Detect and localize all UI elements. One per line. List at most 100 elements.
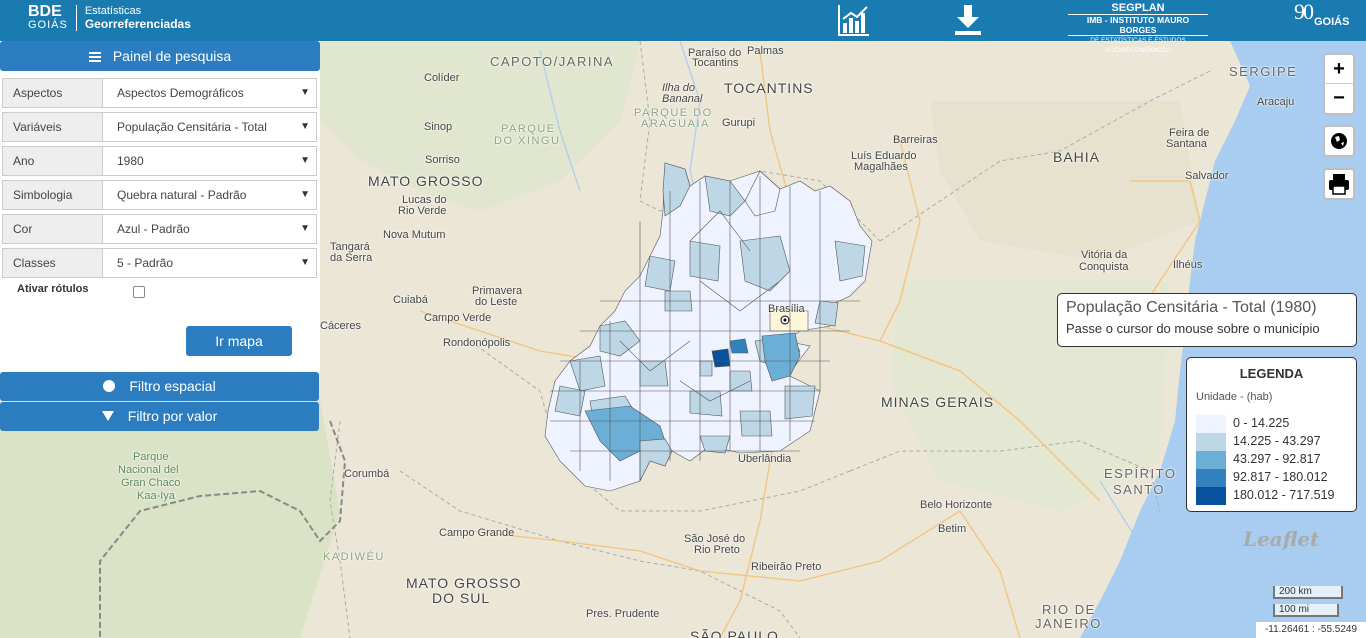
ir-mapa-button[interactable]: Ir mapa xyxy=(186,326,292,356)
legend-swatch xyxy=(1196,433,1226,451)
legend-swatch xyxy=(1196,451,1226,469)
map-label-ilha2: Bananal xyxy=(662,93,703,105)
legend-range: 0 - 14.225 xyxy=(1233,416,1290,430)
field-label: Simbologia xyxy=(3,181,103,209)
panel-header[interactable]: Painel de pesquisa xyxy=(0,41,320,71)
info-box: População Censitária - Total (1980) Pass… xyxy=(1057,293,1357,347)
field-label: Variáveis xyxy=(3,113,103,141)
map-label-tangara2: da Serra xyxy=(330,252,373,264)
field-ano: Ano 1980 ▼ xyxy=(2,146,317,176)
map-label-parque-nac4: Kaa-Iya xyxy=(137,490,175,502)
spatial-filter-label: Filtro espacial xyxy=(129,378,216,394)
map-label-sorriso: Sorriso xyxy=(425,154,460,166)
map-label-bh: Belo Horizonte xyxy=(920,499,993,511)
download-icon[interactable] xyxy=(953,3,983,37)
map-label-tocantins-city: Tocantins xyxy=(692,57,739,69)
bar-chart-icon[interactable] xyxy=(837,3,871,37)
segplan-logo[interactable]: SEGPLAN IMB - INSTITUTO MAURO BORGES DE … xyxy=(1068,3,1208,56)
map-label-barreiras: Barreiras xyxy=(893,134,938,146)
zoom-in-button[interactable]: + xyxy=(1325,55,1353,84)
labels-toggle-checkbox[interactable] xyxy=(133,286,145,298)
legend-swatch xyxy=(1196,487,1226,505)
legend-swatch xyxy=(1196,415,1226,433)
map-label-pq-xingu1: PARQUE xyxy=(501,123,556,135)
field-aspectos: Aspectos Aspectos Demográficos ▼ xyxy=(2,78,317,108)
ano-select[interactable]: 1980 ▼ xyxy=(103,147,316,175)
aspectos-select[interactable]: Aspectos Demográficos ▼ xyxy=(103,79,316,107)
map-label-bahia: BAHIA xyxy=(1053,149,1101,165)
field-label: Classes xyxy=(3,249,103,277)
map-label-sinop: Sinop xyxy=(424,121,453,133)
legend-range: 43.297 - 92.817 xyxy=(1233,452,1321,466)
legend: LEGENDA Unidade - (hab) 0 - 14.225 14.22… xyxy=(1186,357,1357,512)
field-simbologia: Simbologia Quebra natural - Padrão ▼ xyxy=(2,180,317,210)
goias-logo-text: GOIÁS xyxy=(1314,16,1350,28)
map-label-vitoria2: Conquista xyxy=(1079,261,1129,273)
classes-select[interactable]: 5 - Padrão ▼ xyxy=(103,249,316,277)
map-label-luis2: Magalhães xyxy=(854,161,908,173)
zoom-out-button[interactable]: − xyxy=(1325,84,1353,113)
field-cor: Cor Azul - Padrão ▼ xyxy=(2,214,317,244)
map-label-betim: Betim xyxy=(938,523,967,535)
map-label-kadiweu: KADIWÉU xyxy=(323,551,385,563)
legend-row: 43.297 - 92.817 xyxy=(1196,451,1356,469)
field-classes: Classes 5 - Padrão ▼ xyxy=(2,248,317,278)
caret-down-icon: ▼ xyxy=(300,189,310,200)
segplan-line2: IMB - INSTITUTO MAURO BORGES xyxy=(1068,14,1208,36)
filter-icon xyxy=(101,411,114,421)
goias-logo-number: 90 xyxy=(1294,0,1314,24)
print-button[interactable] xyxy=(1323,168,1355,200)
map-label-parque-nac3: Gran Chaco xyxy=(121,477,181,489)
map-label-sao-paulo: SÃO PAULO xyxy=(690,628,779,638)
brand-goias: GOIÁS xyxy=(28,19,68,31)
basemap-button[interactable] xyxy=(1323,125,1355,157)
info-hint: Passe o cursor do mouse sobre o municípi… xyxy=(1066,321,1320,336)
goias-choropleth xyxy=(544,162,873,492)
field-variaveis: Variáveis População Censitária - Total ▼ xyxy=(2,112,317,142)
value-filter-button[interactable]: Filtro por valor xyxy=(0,402,319,431)
hamburger-icon xyxy=(88,50,101,64)
legend-row: 180.012 - 717.519 xyxy=(1196,487,1356,505)
panel-title: Painel de pesquisa xyxy=(112,48,232,64)
value-filter-label: Filtro por valor xyxy=(127,408,218,424)
brand-subtitle-2: Georreferenciadas xyxy=(84,17,191,31)
simbologia-select[interactable]: Quebra natural - Padrão ▼ xyxy=(103,181,316,209)
map-label-corumba: Corumbá xyxy=(344,468,390,480)
map-label-salvador: Salvador xyxy=(1185,170,1229,182)
map-label-es1: ESPÍRITO xyxy=(1104,466,1177,481)
scale-km: 200 km xyxy=(1273,586,1343,599)
leaflet-attribution[interactable]: Leaflet xyxy=(1243,527,1319,551)
legend-swatch xyxy=(1196,469,1226,487)
map-label-pq-araguaia2: ARAGUAIA xyxy=(641,118,710,130)
spatial-filter-button[interactable]: Filtro espacial xyxy=(0,372,319,401)
variaveis-select[interactable]: População Censitária - Total ▼ xyxy=(103,113,316,141)
map-label-parque-nac1: Parque xyxy=(133,451,169,463)
map-label-palmas: Palmas xyxy=(747,45,784,57)
map-label-ms1: MATO GROSSO xyxy=(406,575,522,591)
map-label-minas: MINAS GERAIS xyxy=(881,394,995,410)
map-label-rj1: RIO DE xyxy=(1042,602,1096,617)
legend-unit: Unidade - (hab) xyxy=(1196,391,1273,403)
legend-row: 14.225 - 43.297 xyxy=(1196,433,1356,451)
caret-down-icon: ▼ xyxy=(300,223,310,234)
caret-down-icon: ▼ xyxy=(300,155,310,166)
map-label-rondonopolis: Rondonópolis xyxy=(443,337,511,349)
legend-row: 0 - 14.225 xyxy=(1196,415,1356,433)
map-label-nova-mutum: Nova Mutum xyxy=(383,229,446,241)
cursor-coordinates: -11.26461 : -55.5249 xyxy=(1256,622,1366,638)
cor-select[interactable]: Azul - Padrão ▼ xyxy=(103,215,316,243)
map-label-rj2: JANEIRO xyxy=(1035,616,1102,631)
search-panel: Painel de pesquisa Aspectos Aspectos Dem… xyxy=(0,41,320,373)
map-label-capoto: CAPOTO/JARINA xyxy=(490,54,615,69)
caret-down-icon: ▼ xyxy=(300,257,310,268)
info-title: População Censitária - Total (1980) xyxy=(1066,299,1317,316)
goias-90-logo[interactable]: 90 GOIÁS xyxy=(1292,0,1352,38)
map-label-parque-nac2: Nacional del xyxy=(118,464,179,476)
bde-logo[interactable]: BDE GOIÁS Estatísticas Georreferenciadas xyxy=(28,3,191,31)
map-label-es2: SANTO xyxy=(1113,482,1166,497)
map-label-vitoria1: Vitória da xyxy=(1081,249,1128,261)
map-label-ribeirao: Ribeirão Preto xyxy=(751,561,822,573)
brand-bde: BDE xyxy=(28,3,62,20)
map-label-prudente: Pres. Prudente xyxy=(586,608,660,620)
map-label-tocantins: TOCANTINS xyxy=(724,80,814,96)
